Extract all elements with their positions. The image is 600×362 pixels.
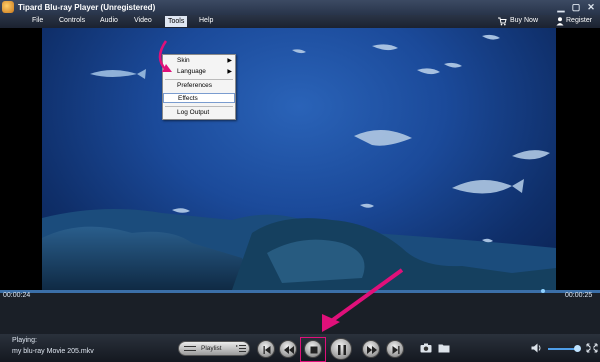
buy-now-link[interactable]: Buy Now bbox=[510, 17, 538, 24]
submenu-arrow-icon: ▶ bbox=[227, 58, 232, 64]
menu-controls[interactable]: Controls bbox=[59, 17, 85, 24]
video-frame[interactable] bbox=[42, 28, 556, 290]
submenu-arrow-icon: ▶ bbox=[227, 69, 232, 75]
menu-item-log-output[interactable]: Log Output bbox=[163, 108, 235, 118]
cart-icon bbox=[498, 17, 507, 26]
register-link[interactable]: Register bbox=[566, 17, 592, 24]
menu-help[interactable]: Help bbox=[199, 17, 213, 24]
rewind-button[interactable] bbox=[279, 340, 297, 358]
previous-button[interactable] bbox=[257, 340, 275, 358]
maximize-icon[interactable]: ▢ bbox=[571, 2, 581, 12]
pause-button[interactable] bbox=[330, 338, 352, 360]
next-icon bbox=[392, 346, 400, 354]
menu-item-language[interactable]: Language ▶ bbox=[163, 67, 235, 77]
seek-handle[interactable] bbox=[541, 289, 545, 293]
menu-item-effects[interactable]: Effects bbox=[163, 93, 235, 103]
user-icon bbox=[556, 17, 564, 26]
menu-item-preferences[interactable]: Preferences bbox=[163, 81, 235, 91]
window-title: Tipard Blu-ray Player (Unregistered) bbox=[18, 3, 156, 12]
menu-audio[interactable]: Audio bbox=[100, 17, 118, 24]
playlist-toggle-icon bbox=[184, 346, 196, 351]
menu-separator bbox=[165, 79, 233, 80]
close-icon[interactable]: ✕ bbox=[586, 2, 596, 12]
control-bar: Playing: my blu-ray Movie 205.mkv Playli… bbox=[0, 334, 600, 362]
rewind-icon bbox=[284, 346, 294, 354]
list-icon bbox=[236, 345, 246, 352]
folder-icon[interactable] bbox=[438, 343, 450, 353]
menu-item-language-label: Language bbox=[177, 68, 206, 75]
seek-bar[interactable] bbox=[0, 290, 600, 293]
progress-area: 00:00:24 00:00:25 bbox=[0, 289, 600, 334]
fullscreen-icon[interactable] bbox=[586, 343, 598, 353]
elapsed-time: 00:00:24 bbox=[3, 292, 31, 299]
menu-tools[interactable]: Tools bbox=[165, 16, 188, 27]
playlist-label: Playlist bbox=[201, 345, 222, 352]
menu-bar: File Controls Audio Video Tools Help Buy… bbox=[0, 15, 600, 28]
video-area: Skin ▶ Language ▶ Preferences Effects Lo… bbox=[0, 28, 600, 290]
title-bar: Tipard Blu-ray Player (Unregistered) ▁ ▢… bbox=[0, 0, 600, 15]
playlist-button[interactable]: Playlist bbox=[178, 341, 250, 356]
forward-button[interactable] bbox=[362, 340, 380, 358]
stop-icon bbox=[310, 346, 318, 354]
menu-item-preferences-label: Preferences bbox=[177, 82, 213, 89]
volume-handle[interactable] bbox=[574, 345, 581, 352]
underwater-scene bbox=[42, 34, 556, 290]
volume-icon[interactable] bbox=[531, 343, 543, 353]
camera-icon[interactable] bbox=[420, 343, 432, 353]
tools-menu: Skin ▶ Language ▶ Preferences Effects Lo… bbox=[162, 54, 236, 120]
menu-item-skin-label: Skin bbox=[177, 57, 190, 64]
menu-item-skin[interactable]: Skin ▶ bbox=[163, 56, 235, 66]
playing-label: Playing: bbox=[12, 337, 37, 344]
file-name: my blu-ray Movie 205.mkv bbox=[12, 348, 94, 355]
previous-icon bbox=[263, 346, 271, 354]
menu-separator bbox=[165, 106, 233, 107]
menu-item-log-output-label: Log Output bbox=[177, 109, 210, 116]
next-button[interactable] bbox=[386, 340, 404, 358]
forward-icon bbox=[367, 346, 377, 354]
menu-video[interactable]: Video bbox=[134, 17, 152, 24]
menu-file[interactable]: File bbox=[32, 17, 43, 24]
total-time: 00:00:25 bbox=[565, 292, 593, 299]
app-logo-icon bbox=[2, 1, 14, 13]
menu-item-effects-label: Effects bbox=[178, 95, 198, 102]
pause-icon bbox=[338, 345, 346, 355]
stop-button[interactable] bbox=[304, 340, 322, 358]
minimize-icon[interactable]: ▁ bbox=[556, 2, 566, 12]
